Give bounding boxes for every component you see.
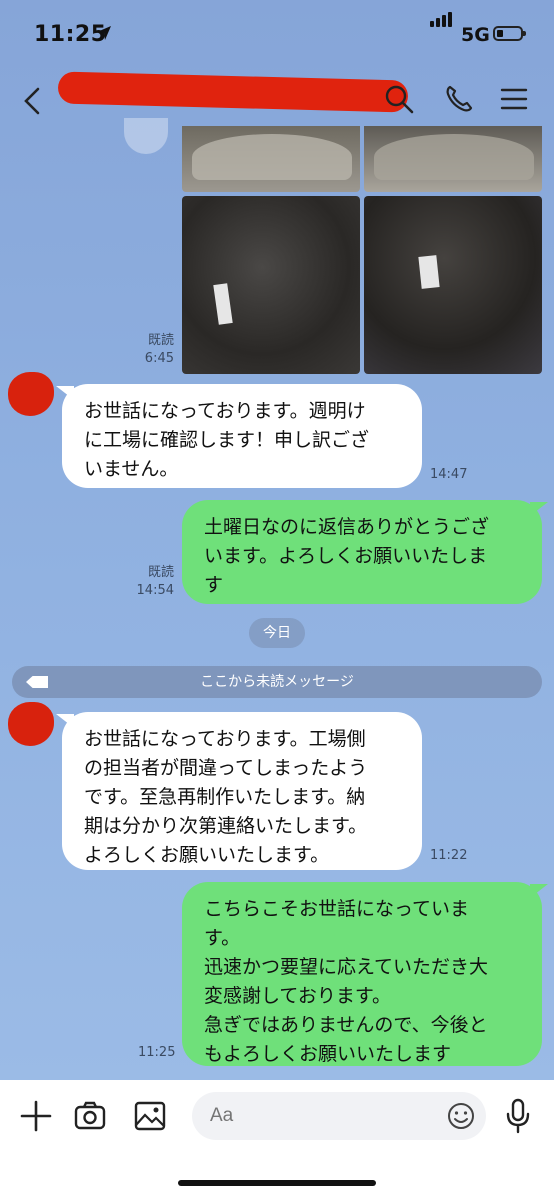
message-line: に工場に確認します！申し訳ござ [84,429,370,451]
message-time: 14:47 [430,467,468,482]
message-line: お世話になっております。工場側 [84,728,366,750]
incoming-message-bubble[interactable]: お世話になっております。週明け に工場に確認します！申し訳ござ いません。 [62,384,422,488]
message-line: こちらこそお世話になっていま [204,898,470,920]
message-line: 期は分かり次第連絡いたします。 [84,815,368,837]
message-input[interactable] [192,1092,486,1140]
cap-photo-3[interactable] [182,196,360,374]
message-line: 土曜日なのに返信ありがとうござ [204,516,490,538]
cap-photo-4[interactable] [364,196,542,374]
message-line: もよろしくお願いいたします [204,1043,452,1065]
message-time: 11:25 [138,1045,176,1060]
battery-icon [493,26,526,41]
message-line: す [204,574,224,596]
chat-header [0,70,554,126]
camera-button[interactable] [72,1098,108,1134]
redacted-contact-name [57,71,409,113]
cap-photo-1[interactable] [182,126,360,192]
menu-button[interactable] [498,82,532,116]
network-type: 5G [461,24,490,46]
message-line: の担当者が間違ってしまったよう [84,757,368,779]
message-line: 迅速かつ要望に応えていただき大 [204,956,489,978]
message-line: 急ぎではありませんので、今後と [204,1014,488,1036]
location-arrow-icon [97,26,111,40]
add-button[interactable] [18,1098,54,1134]
home-indicator [178,1180,376,1186]
image-button[interactable] [132,1098,168,1134]
outgoing-message-bubble[interactable]: こちらこそお世話になっていま す。 迅速かつ要望に応えていただき大 変感謝してお… [182,882,542,1066]
incoming-message-bubble[interactable]: お世話になっております。工場側 の担当者が間違ってしまったよう です。至急再制作… [62,712,422,870]
unread-divider-label: ここから未読メッセージ [200,674,354,690]
microphone-button[interactable] [504,1098,532,1134]
read-receipt: 既読 [147,333,174,348]
photo-message-grid[interactable] [182,126,542,374]
back-button[interactable] [20,86,46,116]
message-line: います。よろしくお願いいたしま [204,545,488,567]
message-time: 11:22 [430,848,468,863]
call-button[interactable] [442,82,476,116]
date-divider: 今日 [249,618,305,648]
message-line: いません。 [84,458,179,480]
message-line: です。至急再制作いたします。納 [84,786,366,808]
message-line: よろしくお願いいたします。 [84,844,330,866]
message-line: す。 [204,927,241,949]
cap-photo-2[interactable] [364,126,542,192]
outgoing-message-bubble[interactable]: 土曜日なのに返信ありがとうござ います。よろしくお願いいたしま す [182,500,542,604]
emoji-button[interactable] [446,1101,476,1131]
tag-icon [26,676,48,688]
status-bar: 11:25 5G [0,0,554,70]
unread-divider: ここから未読メッセージ [12,666,542,698]
message-read-meta: 既読 14:54 [120,564,174,600]
message-line: お世話になっております。週明け [84,400,366,422]
search-button[interactable] [382,82,416,116]
read-receipt: 既読 [147,565,174,580]
photo-read-meta: 既読 6:45 [130,332,174,368]
message-line: 変感謝しております。 [204,985,391,1007]
message-time: 6:45 [144,351,174,366]
message-time: 14:54 [136,583,174,598]
